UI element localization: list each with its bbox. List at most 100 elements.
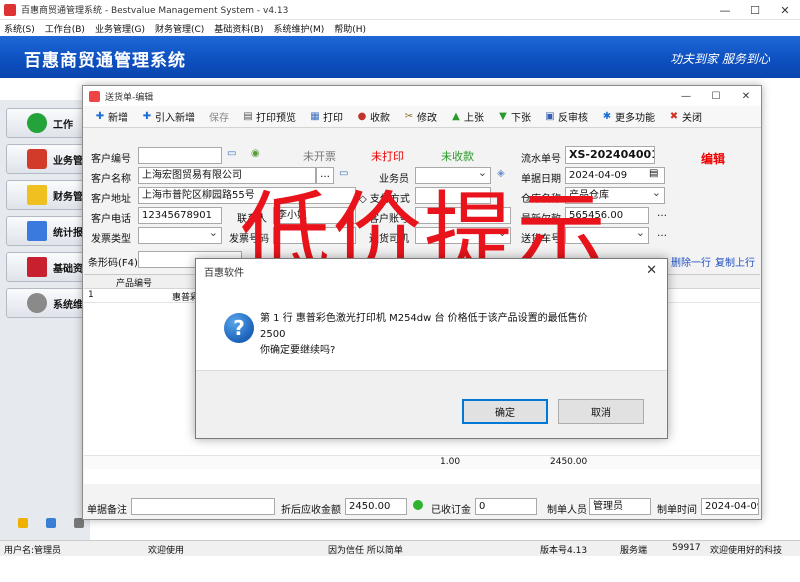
menu-system[interactable]: 系统(S) <box>0 22 41 35</box>
invoice-type-label: 发票类型 <box>91 234 131 245</box>
coins-icon: ● <box>357 110 367 122</box>
customer-phone-label: 客户电话 <box>91 214 131 225</box>
wrench-icon: ✂ <box>404 110 414 122</box>
make-time-label: 制单时间 <box>657 505 697 516</box>
search-icon[interactable]: ▭ <box>339 168 348 179</box>
deposit-field[interactable]: 0 <box>475 498 537 515</box>
total-amount: 2450.00 <box>550 457 588 467</box>
status-motto: 因为信任 所以简单 <box>328 546 403 556</box>
import-new-label: 引入新增 <box>155 113 195 124</box>
customer-code-field[interactable] <box>138 147 222 164</box>
nav-item-statistics[interactable]: 统计报 <box>6 216 90 246</box>
nav-label: 基础资 <box>53 263 83 275</box>
receive-payment-label: 收款 <box>370 113 390 124</box>
nav-item-maintenance[interactable]: 系统维 <box>6 288 90 318</box>
print-status-tag: 未打印 <box>371 150 404 163</box>
new-button[interactable]: ✚ 新增 <box>95 106 128 128</box>
main-status-bar: 用户名:管理员 欢迎使用 因为信任 所以简单 版本号4.13 服务端 59917… <box>0 540 800 556</box>
close-doc-button[interactable]: ✖ 关闭 <box>669 106 702 128</box>
previous-button[interactable]: ▲ 上张 <box>451 106 484 128</box>
help-icon[interactable] <box>18 518 28 528</box>
search-icon[interactable]: ▭ <box>227 148 236 159</box>
menu-business[interactable]: 业务管理(G) <box>91 22 151 35</box>
deposit-status-icon <box>413 500 423 510</box>
dialog-message: 第 1 行 惠普彩色激光打印机 M254dw 台 价格低于该产品设置的最低售价 … <box>260 311 640 359</box>
dialog-close-icon[interactable]: ✕ <box>646 263 657 278</box>
view-icon[interactable]: ◉ <box>251 148 260 159</box>
make-time-field: 2024-04-09 <box>701 498 759 515</box>
status-user: 用户名:管理员 <box>4 546 62 556</box>
copy-row-link[interactable]: 复制上行 <box>715 254 755 269</box>
inner-maximize-button[interactable]: ☐ <box>701 86 731 106</box>
menu-finance[interactable]: 财务管理(C) <box>151 22 210 35</box>
next-label: 下张 <box>511 113 531 124</box>
import-new-button[interactable]: ✚ 引入新增 <box>142 106 195 128</box>
serial-field[interactable]: XS-202404001 <box>565 146 655 164</box>
save-label: 保存 <box>209 113 229 124</box>
settings-icon[interactable] <box>46 518 56 528</box>
modify-label: 修改 <box>417 113 437 124</box>
invoice-type-select[interactable] <box>138 227 222 244</box>
menu-maintenance[interactable]: 系统维护(M) <box>269 22 330 35</box>
calendar-icon[interactable]: ▤ <box>649 168 658 179</box>
dialog-message-line3: 你确定要继续吗? <box>260 345 336 356</box>
edit-mode-tag: 编辑 <box>701 152 726 166</box>
menu-workbench[interactable]: 工作台(B) <box>41 22 91 35</box>
print-preview-label: 打印预览 <box>256 113 296 124</box>
delete-row-link[interactable]: 删除一行 <box>671 254 711 269</box>
notes-field[interactable] <box>131 498 275 515</box>
left-bottom-panel <box>0 500 90 540</box>
print-button[interactable]: ▦ 打印 <box>310 106 343 128</box>
grid-header-product-no: 产品编号 <box>116 279 153 289</box>
brand-name: 百惠商贸通管理系统 <box>24 51 186 71</box>
maker-field: 管理员 <box>589 498 651 515</box>
confirm-dialog: 百惠软件 ✕ ? 第 1 行 惠普彩色激光打印机 M254dw 台 价格低于该产… <box>195 258 668 439</box>
modify-button[interactable]: ✂ 修改 <box>404 106 437 128</box>
inner-minimize-button[interactable]: — <box>671 86 701 106</box>
arrow-down-icon: ▼ <box>499 110 507 122</box>
unapprove-button[interactable]: ▣ 反审核 <box>545 106 588 128</box>
inner-close-button[interactable]: ✕ <box>731 86 761 106</box>
folder-icon <box>27 185 47 205</box>
receivable-field: 2450.00 <box>345 498 407 515</box>
save-button[interactable]: 保存 <box>209 106 229 128</box>
next-button[interactable]: ▼ 下张 <box>498 106 531 128</box>
app-icon <box>4 3 16 16</box>
question-icon: ? <box>224 313 254 343</box>
cancel-button[interactable]: 取消 <box>558 399 644 424</box>
nav-label: 统计报 <box>53 227 83 239</box>
dialog-message-line1: 第 1 行 惠普彩色激光打印机 M254dw 台 价格低于该产品设置的最低售价 <box>260 313 588 324</box>
ok-button[interactable]: 确定 <box>462 399 548 424</box>
dialog-message-line2: 2500 <box>260 329 286 340</box>
nav-label: 工作 <box>53 119 73 131</box>
more-icon[interactable]: … <box>657 228 667 239</box>
customer-phone-field[interactable]: 12345678901 <box>138 207 222 224</box>
status-welcome: 欢迎使用 <box>148 546 185 556</box>
print-preview-icon: ▤ <box>243 110 253 122</box>
nav-item-base-data[interactable]: 基础资 <box>6 252 90 282</box>
plus-icon: ✚ <box>95 110 105 122</box>
maximize-button[interactable]: ☐ <box>740 0 770 20</box>
menu-base-data[interactable]: 基础资料(B) <box>210 22 269 35</box>
menu-help[interactable]: 帮助(H) <box>330 22 372 35</box>
total-quantity: 1.00 <box>440 457 461 467</box>
more-icon[interactable]: … <box>657 208 667 219</box>
menubar: 系统(S) 工作台(B) 业务管理(G) 财务管理(C) 基础资料(B) 系统维… <box>0 20 800 36</box>
print-label: 打印 <box>323 113 343 124</box>
nav-item-workbench[interactable]: 工作 <box>6 108 90 138</box>
new-label: 新增 <box>108 113 128 124</box>
receivable-label: 折后应收金额 <box>281 505 341 516</box>
eraser-icon[interactable]: ◈ <box>497 168 505 179</box>
print-preview-button[interactable]: ▤ 打印预览 <box>243 106 296 128</box>
minimize-button[interactable]: — <box>710 0 740 20</box>
dialog-titlebar: 百惠软件 ✕ <box>196 259 667 283</box>
dialog-footer: 确定 取消 <box>196 370 667 438</box>
nav-item-business[interactable]: 业务管 <box>6 144 90 174</box>
check-icon <box>27 113 47 133</box>
receive-payment-button[interactable]: ● 收款 <box>357 106 390 128</box>
close-button[interactable]: ✕ <box>770 0 800 20</box>
customer-addr-label: 客户地址 <box>91 194 131 205</box>
more-functions-button[interactable]: ✱ 更多功能 <box>602 106 655 128</box>
nav-item-finance[interactable]: 财务管 <box>6 180 90 210</box>
notes-label: 单据备注 <box>87 505 127 516</box>
